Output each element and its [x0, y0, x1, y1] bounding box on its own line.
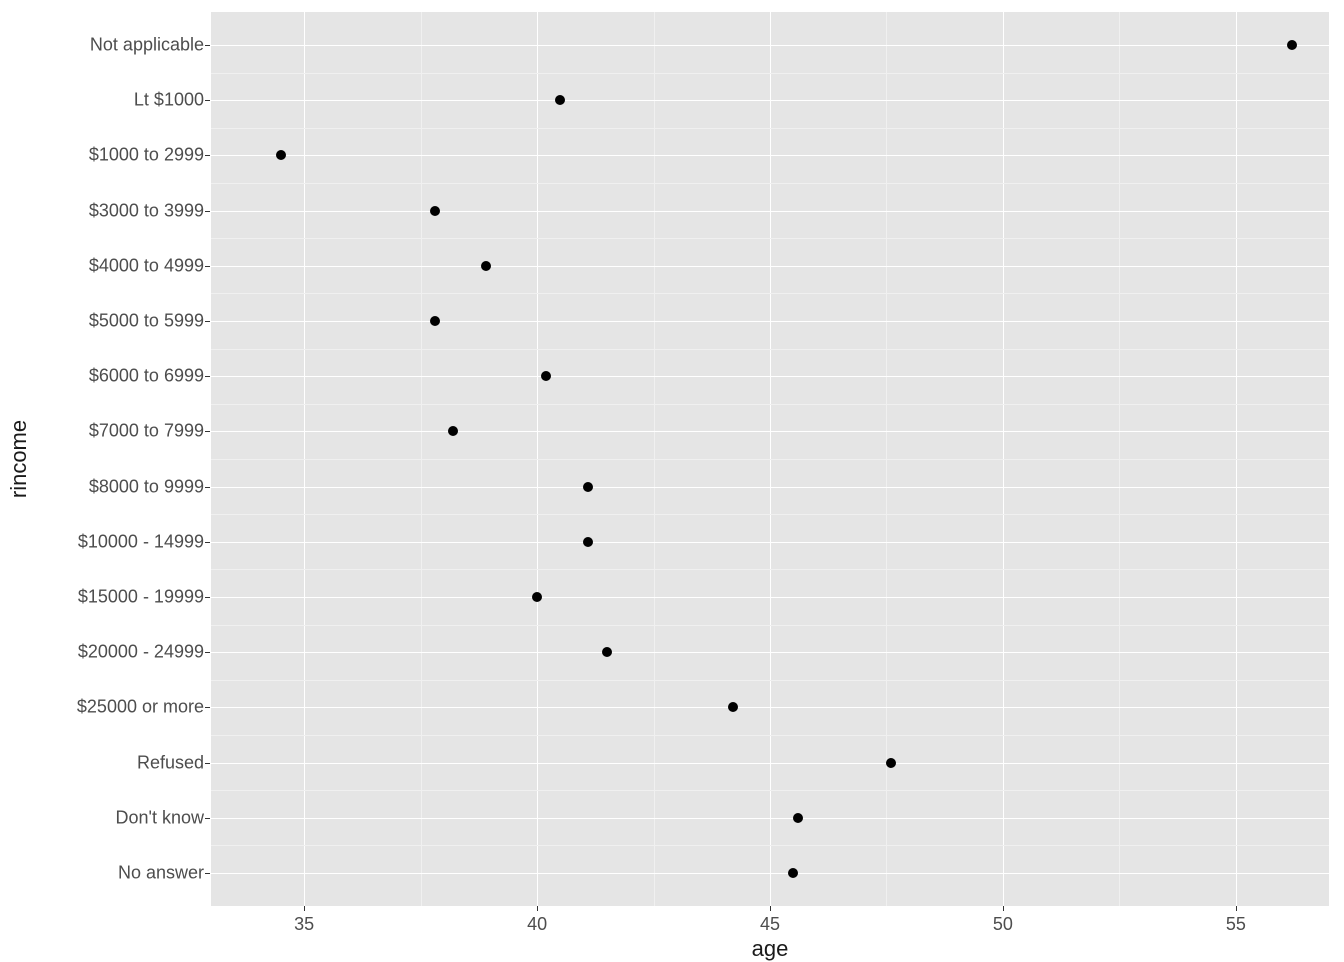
x-tick-mark — [1003, 906, 1004, 911]
grid-minor-h — [211, 625, 1329, 626]
y-tick-label: $6000 to 6999 — [89, 366, 204, 387]
grid-minor-h — [211, 735, 1329, 736]
data-point — [532, 592, 542, 602]
y-tick-label: $7000 to 7999 — [89, 421, 204, 442]
grid-major-h — [211, 266, 1329, 267]
y-tick-mark — [205, 431, 210, 432]
data-point — [430, 316, 440, 326]
data-point — [430, 206, 440, 216]
y-tick-mark — [205, 211, 210, 212]
grid-major-h — [211, 45, 1329, 46]
x-tick-mark — [304, 906, 305, 911]
grid-minor-h — [211, 514, 1329, 515]
x-tick-label: 55 — [1226, 914, 1246, 935]
y-tick-label: $1000 to 2999 — [89, 145, 204, 166]
y-tick-mark — [205, 45, 210, 46]
grid-major-h — [211, 597, 1329, 598]
data-point — [541, 371, 551, 381]
grid-minor-h — [211, 404, 1329, 405]
y-tick-mark — [205, 873, 210, 874]
y-tick-mark — [205, 376, 210, 377]
grid-major-h — [211, 763, 1329, 764]
data-point — [728, 702, 738, 712]
data-point — [793, 813, 803, 823]
y-tick-label: No answer — [118, 862, 204, 883]
y-tick-mark — [205, 652, 210, 653]
dot-chart: rincome age Not applicable Lt $1000 $1000 … — [0, 0, 1344, 960]
x-tick-mark — [1236, 906, 1237, 911]
grid-minor-h — [211, 238, 1329, 239]
grid-major-h — [211, 376, 1329, 377]
y-tick-mark — [205, 100, 210, 101]
data-point — [886, 758, 896, 768]
x-tick-label: 35 — [294, 914, 314, 935]
x-tick-label: 50 — [993, 914, 1013, 935]
grid-minor-h — [211, 73, 1329, 74]
data-point — [555, 95, 565, 105]
y-tick-mark — [205, 487, 210, 488]
x-axis-title: age — [211, 936, 1329, 962]
data-point — [276, 150, 286, 160]
y-tick-mark — [205, 597, 210, 598]
y-tick-label: $25000 or more — [77, 697, 204, 718]
y-tick-mark — [205, 155, 210, 156]
data-point — [788, 868, 798, 878]
grid-major-h — [211, 321, 1329, 322]
data-point — [583, 482, 593, 492]
y-tick-label: Not applicable — [90, 35, 204, 56]
y-tick-mark — [205, 763, 210, 764]
grid-minor-h — [211, 293, 1329, 294]
data-point — [1287, 40, 1297, 50]
grid-major-h — [211, 818, 1329, 819]
y-tick-mark — [205, 321, 210, 322]
grid-minor-h — [211, 128, 1329, 129]
y-tick-label: $20000 - 24999 — [78, 642, 204, 663]
data-point — [583, 537, 593, 547]
y-tick-label: $15000 - 19999 — [78, 586, 204, 607]
grid-minor-h — [211, 845, 1329, 846]
y-tick-mark — [205, 818, 210, 819]
y-tick-mark — [205, 542, 210, 543]
grid-major-h — [211, 873, 1329, 874]
y-tick-mark — [205, 707, 210, 708]
data-point — [481, 261, 491, 271]
y-tick-label: $5000 to 5999 — [89, 311, 204, 332]
grid-major-h — [211, 211, 1329, 212]
y-tick-mark — [205, 266, 210, 267]
grid-major-h — [211, 431, 1329, 432]
y-tick-label: $8000 to 9999 — [89, 476, 204, 497]
grid-major-h — [211, 155, 1329, 156]
y-tick-label: $3000 to 3999 — [89, 200, 204, 221]
grid-minor-h — [211, 680, 1329, 681]
data-point — [602, 647, 612, 657]
y-tick-label: $10000 - 14999 — [78, 531, 204, 552]
x-tick-mark — [770, 906, 771, 911]
grid-major-h — [211, 652, 1329, 653]
grid-minor-h — [211, 183, 1329, 184]
grid-major-h — [211, 100, 1329, 101]
y-axis-title: rincome — [4, 12, 34, 906]
grid-major-h — [211, 707, 1329, 708]
x-tick-mark — [537, 906, 538, 911]
grid-major-h — [211, 487, 1329, 488]
grid-major-h — [211, 542, 1329, 543]
y-tick-label: $4000 to 4999 — [89, 255, 204, 276]
x-tick-label: 40 — [527, 914, 547, 935]
y-tick-label: Don't know — [116, 807, 204, 828]
grid-minor-h — [211, 569, 1329, 570]
grid-minor-h — [211, 790, 1329, 791]
y-tick-label: Refused — [137, 752, 204, 773]
grid-minor-h — [211, 349, 1329, 350]
plot-panel — [211, 12, 1329, 906]
data-point — [448, 426, 458, 436]
grid-minor-h — [211, 459, 1329, 460]
x-tick-label: 45 — [760, 914, 780, 935]
y-tick-label: Lt $1000 — [134, 90, 204, 111]
